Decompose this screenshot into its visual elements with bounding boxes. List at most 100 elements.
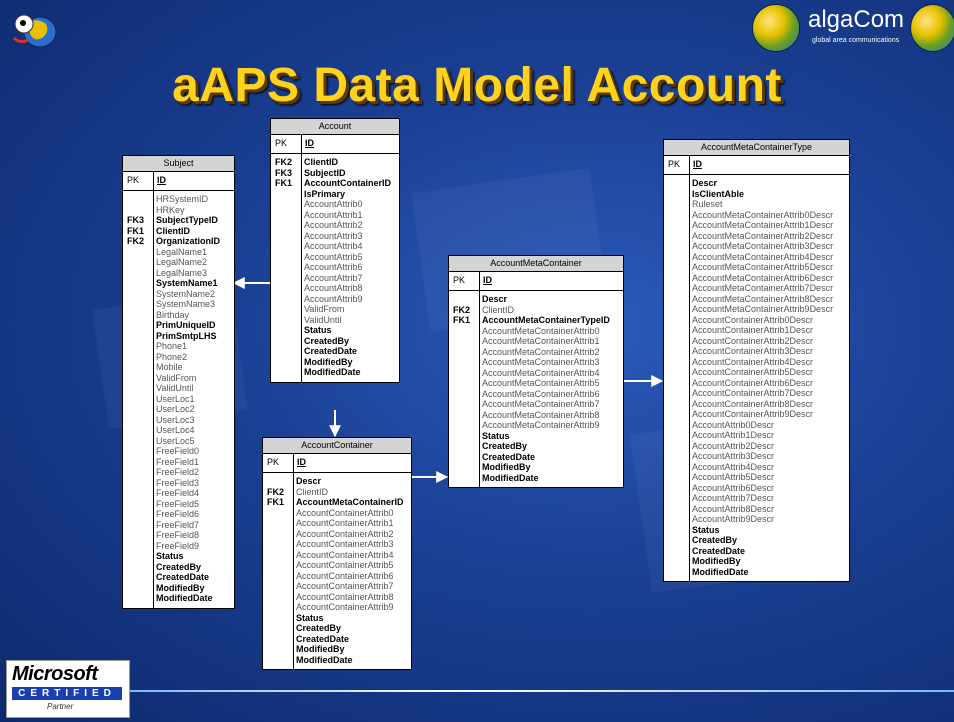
column-divider (293, 454, 294, 472)
column-divider (153, 172, 154, 190)
field-name: AccountMetaContainerAttrib6 (482, 388, 600, 399)
field-row: AccountMetaContainerAttrib5 (449, 378, 623, 389)
field-row: SystemName3 (123, 299, 234, 310)
field-row: FreeField1 (123, 457, 234, 468)
field-name: AccountMetaContainerAttrib0Descr (692, 209, 834, 220)
field-name: OrganizationID (156, 236, 221, 246)
field-row: UserLoc3 (123, 415, 234, 426)
field-name: Status (692, 524, 720, 535)
field-name: IsPrimary (304, 188, 346, 199)
field-row: FreeField3 (123, 478, 234, 489)
field-row: AccountAttrib5Descr (664, 472, 849, 483)
pk-label: PK (275, 138, 288, 148)
entity-table-subject: Subject PK ID HRSystemID HRKey FK3 SubjectType… (122, 155, 235, 609)
field-name: AccountMetaContainerAttrib3 (482, 357, 600, 367)
field-name: AccountAttrib9Descr (692, 514, 775, 524)
pk-field: ID (157, 175, 166, 185)
foreign-key-label: FK1 (275, 178, 293, 188)
field-name: AccountAttrib2 (304, 220, 363, 230)
field-name: AccountAttrib5 (304, 251, 363, 262)
field-name: AccountContainerAttrib5 (296, 560, 394, 570)
field-name: AccountAttrib5Descr (692, 472, 775, 482)
field-name: AccountAttrib3Descr (692, 451, 775, 461)
field-row: AccountAttrib8Descr (664, 504, 849, 515)
field-row: AccountAttrib4 (271, 241, 399, 252)
field-list: Descr IsClientAble Ruleset AccountMetaConta… (664, 175, 849, 581)
field-name: AccountMetaContainerID (296, 497, 404, 507)
field-name: AccountContainerAttrib9 (296, 602, 394, 612)
field-name: Phone2 (156, 351, 188, 362)
field-name: AccountAttrib6 (304, 262, 363, 272)
field-name: ModifiedDate (296, 654, 353, 665)
field-row: UserLoc1 (123, 394, 234, 405)
field-row: CreatedDate (263, 634, 411, 645)
field-name: AccountMetaContainerAttrib5 (482, 378, 600, 388)
field-name: AccountMetaContainerAttrib2Descr (692, 230, 834, 241)
field-name: AccountAttrib7 (304, 272, 363, 283)
field-row: UserLoc2 (123, 404, 234, 415)
field-name: AccountContainerAttrib2Descr (692, 335, 814, 346)
field-row: AccountMetaContainerAttrib1Descr (664, 220, 849, 231)
field-row: AccountAttrib2 (271, 220, 399, 231)
field-name: AccountContainerAttrib4Descr (692, 356, 814, 367)
field-name: AccountContainerAttrib7 (296, 581, 394, 591)
field-name: AccountContainerID (304, 178, 392, 188)
field-name: Birthday (156, 309, 190, 320)
field-name: ModifiedBy (296, 644, 345, 654)
field-name: CreatedDate (156, 572, 210, 582)
field-name: LegalName3 (156, 267, 208, 278)
field-row: AccountMetaContainerAttrib0Descr (664, 210, 849, 221)
primary-key-row: PK ID (271, 135, 399, 154)
field-row: ModifiedDate (123, 593, 234, 604)
field-name: Descr (296, 476, 322, 486)
field-row: AccountMetaContainerAttrib1 (449, 336, 623, 347)
field-row: AccountContainerAttrib8 (263, 592, 411, 603)
field-row: FK1 AccountMetaContainerTypeID (449, 315, 623, 326)
field-row: ModifiedDate (449, 473, 623, 484)
field-name: FreeField0 (156, 446, 200, 456)
field-name: Status (304, 325, 332, 335)
field-name: AccountContainerAttrib8 (296, 591, 394, 602)
field-row: FreeField5 (123, 499, 234, 510)
field-name: CreatedDate (296, 633, 350, 644)
field-row: AccountAttrib1 (271, 210, 399, 221)
field-row: FK1 ClientID (123, 226, 234, 237)
entity-table-account-meta-container-type: AccountMetaContainerType PK ID Descr IsClien… (663, 139, 850, 582)
pk-label: PK (668, 159, 681, 169)
field-row: AccountMetaContainerAttrib5Descr (664, 262, 849, 273)
pk-label: PK (127, 175, 140, 185)
field-name: UserLoc3 (156, 414, 195, 425)
field-row: AccountContainerAttrib6Descr (664, 378, 849, 389)
field-name: AccountContainerAttrib1Descr (692, 325, 814, 335)
field-row: CreatedBy (664, 535, 849, 546)
field-name: SubjectID (304, 167, 346, 178)
field-row: AccountAttrib3Descr (664, 451, 849, 462)
foreign-key-label: FK3 (127, 215, 145, 225)
field-name: AccountMetaContainerAttrib0 (482, 325, 600, 336)
field-name: AccountContainerAttrib3Descr (692, 346, 814, 356)
field-row: Ruleset (664, 199, 849, 210)
field-row: AccountMetaContainerAttrib2 (449, 347, 623, 358)
field-name: ValidFrom (304, 304, 345, 314)
field-name: AccountAttrib3 (304, 230, 363, 241)
field-name: AccountAttrib1 (304, 209, 363, 220)
field-name: UserLoc4 (156, 425, 195, 435)
field-row: AccountMetaContainerAttrib3 (449, 357, 623, 368)
field-row: Birthday (123, 310, 234, 321)
primary-key-row: PK ID (449, 272, 623, 291)
field-name: CreatedBy (482, 441, 528, 451)
field-name: Phone1 (156, 341, 188, 351)
field-name: AccountMetaContainerTypeID (482, 315, 610, 325)
field-name: FreeField6 (156, 509, 200, 519)
field-row: AccountAttrib7Descr (664, 493, 849, 504)
field-row: AccountAttrib8 (271, 283, 399, 294)
field-row: Status (449, 431, 623, 442)
field-name: ModifiedDate (304, 367, 361, 377)
slide: algaCom global area communications aAPS … (0, 0, 954, 722)
field-row: CreatedDate (664, 546, 849, 557)
field-row: AccountMetaContainerAttrib9Descr (664, 304, 849, 315)
field-name: ValidFrom (156, 372, 197, 383)
field-name: LegalName2 (156, 257, 208, 267)
entity-table-account-meta-container: AccountMetaContainer PK ID Descr FK2 ClientID… (448, 255, 624, 488)
field-list: Descr FK2 ClientID FK1 AccountMetaContainerI… (263, 473, 411, 669)
